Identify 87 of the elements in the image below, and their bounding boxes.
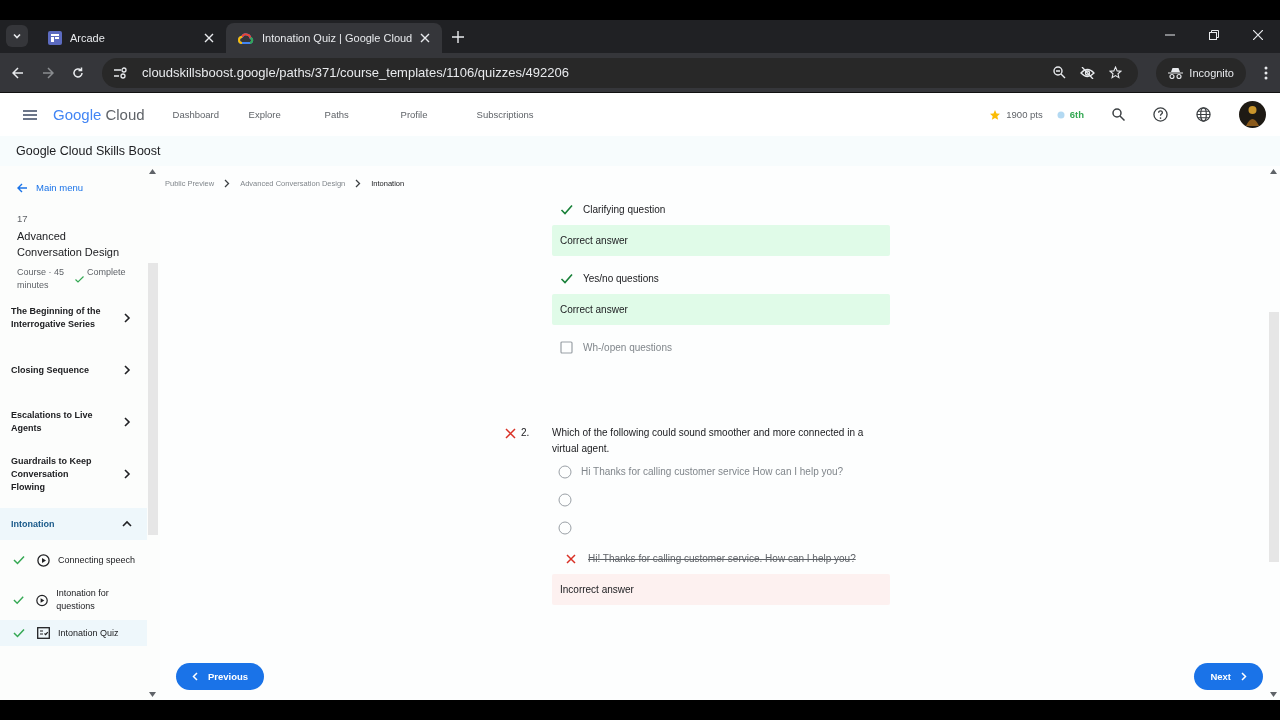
chevron-icon <box>355 179 362 188</box>
answer-option[interactable]: Clarifying question <box>552 201 890 217</box>
cross-icon <box>566 553 576 564</box>
chevron-right-icon <box>1241 672 1247 681</box>
close-icon[interactable] <box>1253 30 1263 40</box>
nav-link[interactable]: Subscriptions <box>476 109 535 120</box>
chevron-left-icon <box>192 672 198 681</box>
incognito-icon <box>1168 66 1184 79</box>
nav-link[interactable]: Paths <box>324 109 383 120</box>
play-icon <box>37 553 50 567</box>
section-item[interactable]: Closing Sequence <box>0 344 147 396</box>
radio-button[interactable] <box>558 464 572 479</box>
browser-tab[interactable]: Arcade <box>36 23 226 53</box>
chevron-icon <box>121 364 133 376</box>
section-item[interactable]: Escalations to Live Agents <box>0 396 147 448</box>
check-icon[interactable] <box>560 271 573 285</box>
radio-button[interactable] <box>558 520 572 535</box>
star-icon[interactable] <box>1109 66 1123 79</box>
course-meta: Course · 45 minutes <box>17 266 66 292</box>
chevron-icon <box>121 468 133 480</box>
status-label: Complete <box>87 266 127 279</box>
close-icon[interactable] <box>204 33 214 43</box>
eye-slash-icon[interactable] <box>1080 66 1096 79</box>
rank-label: 6th <box>1069 109 1084 120</box>
scroll-down-icon[interactable] <box>1270 692 1277 697</box>
back-link[interactable]: Main menu <box>0 166 147 193</box>
feedback-banner: Correct answer <box>552 294 890 325</box>
lesson-item[interactable]: Intonation for questions <box>0 580 147 620</box>
avatar[interactable] <box>1239 101 1266 128</box>
next-button[interactable]: Next <box>1194 663 1263 690</box>
search-icon[interactable] <box>1112 108 1125 121</box>
globe-icon[interactable] <box>1196 107 1211 122</box>
restore-icon[interactable] <box>1209 30 1219 40</box>
question-number: 2. <box>521 426 530 440</box>
section-item[interactable]: The Beginning of the Interrogative Series <box>0 292 147 344</box>
section-item[interactable]: Intonation <box>0 508 147 540</box>
radio-option[interactable]: Hi Thanks for calling customer service How can I help you? <box>552 458 890 485</box>
chevron-icon <box>121 416 133 428</box>
reload-icon[interactable] <box>72 66 84 79</box>
league-icon <box>1056 110 1065 119</box>
checkbox[interactable] <box>560 340 573 354</box>
lesson-item[interactable]: Connecting speech <box>0 540 147 580</box>
back-icon[interactable] <box>12 66 24 79</box>
address-field[interactable]: cloudskillsboost.google/paths/371/course_templates/1106/quizzes/492206 <box>102 57 1139 88</box>
arrow-left-icon <box>17 182 28 193</box>
browser-tab[interactable]: Intonation Quiz | Google Cloud <box>226 23 443 53</box>
check-icon <box>75 275 84 283</box>
scrollbar-thumb[interactable] <box>1268 312 1279 562</box>
tab-search-button[interactable] <box>6 25 28 47</box>
previous-button[interactable]: Previous <box>176 663 265 690</box>
points-count: 1900 pts <box>1006 109 1043 120</box>
answer-option[interactable]: Yes/no questions <box>552 270 890 286</box>
incognito-button[interactable]: Incognito <box>1156 57 1246 88</box>
nav-link[interactable]: Explore <box>248 109 307 120</box>
cloud-icon <box>238 31 254 45</box>
site-settings-icon[interactable] <box>114 66 128 79</box>
feedback-banner: Incorrect answer <box>552 574 890 605</box>
radio-button[interactable] <box>558 492 572 507</box>
course-title: Advanced Conversation Design <box>16 229 121 260</box>
answer-option[interactable]: Wh-/open questions <box>552 339 890 355</box>
menu-icon[interactable] <box>23 109 37 120</box>
zoom-icon[interactable] <box>1053 66 1067 79</box>
scroll-down-icon[interactable] <box>149 692 156 697</box>
logo[interactable]: Google Cloud <box>53 106 145 123</box>
help-icon[interactable] <box>1153 107 1168 122</box>
site-title: Google Cloud Skills Boost <box>0 136 1280 166</box>
arcade-icon <box>48 31 62 45</box>
course-number: 17 <box>16 212 29 224</box>
new-tab-icon[interactable] <box>452 31 465 43</box>
scroll-up-icon[interactable] <box>149 169 156 174</box>
lesson-item[interactable]: Intonation Quiz <box>0 620 147 646</box>
chevron-icon <box>224 179 231 188</box>
chosen-answer: Hi! Thanks for calling customer service. How can I help you? <box>588 553 856 564</box>
close-icon[interactable] <box>420 33 431 43</box>
star-icon <box>989 108 1002 121</box>
question-text: Which of the following could sound smoother and more connected in a virtual agent. <box>552 426 865 456</box>
check-icon[interactable] <box>560 202 573 216</box>
chevron-icon <box>121 312 133 324</box>
nav-link[interactable]: Profile <box>400 109 459 120</box>
scroll-up-icon[interactable] <box>1270 169 1277 174</box>
nav-link[interactable]: Dashboard <box>172 109 231 120</box>
forward-icon[interactable] <box>42 66 54 79</box>
play-icon <box>36 593 49 607</box>
quiz-icon <box>37 627 50 639</box>
section-item[interactable]: Guardrails to Keep Conversation Flowing <box>0 448 147 500</box>
feedback-banner: Correct answer <box>552 225 890 256</box>
more-icon[interactable] <box>1264 65 1268 80</box>
